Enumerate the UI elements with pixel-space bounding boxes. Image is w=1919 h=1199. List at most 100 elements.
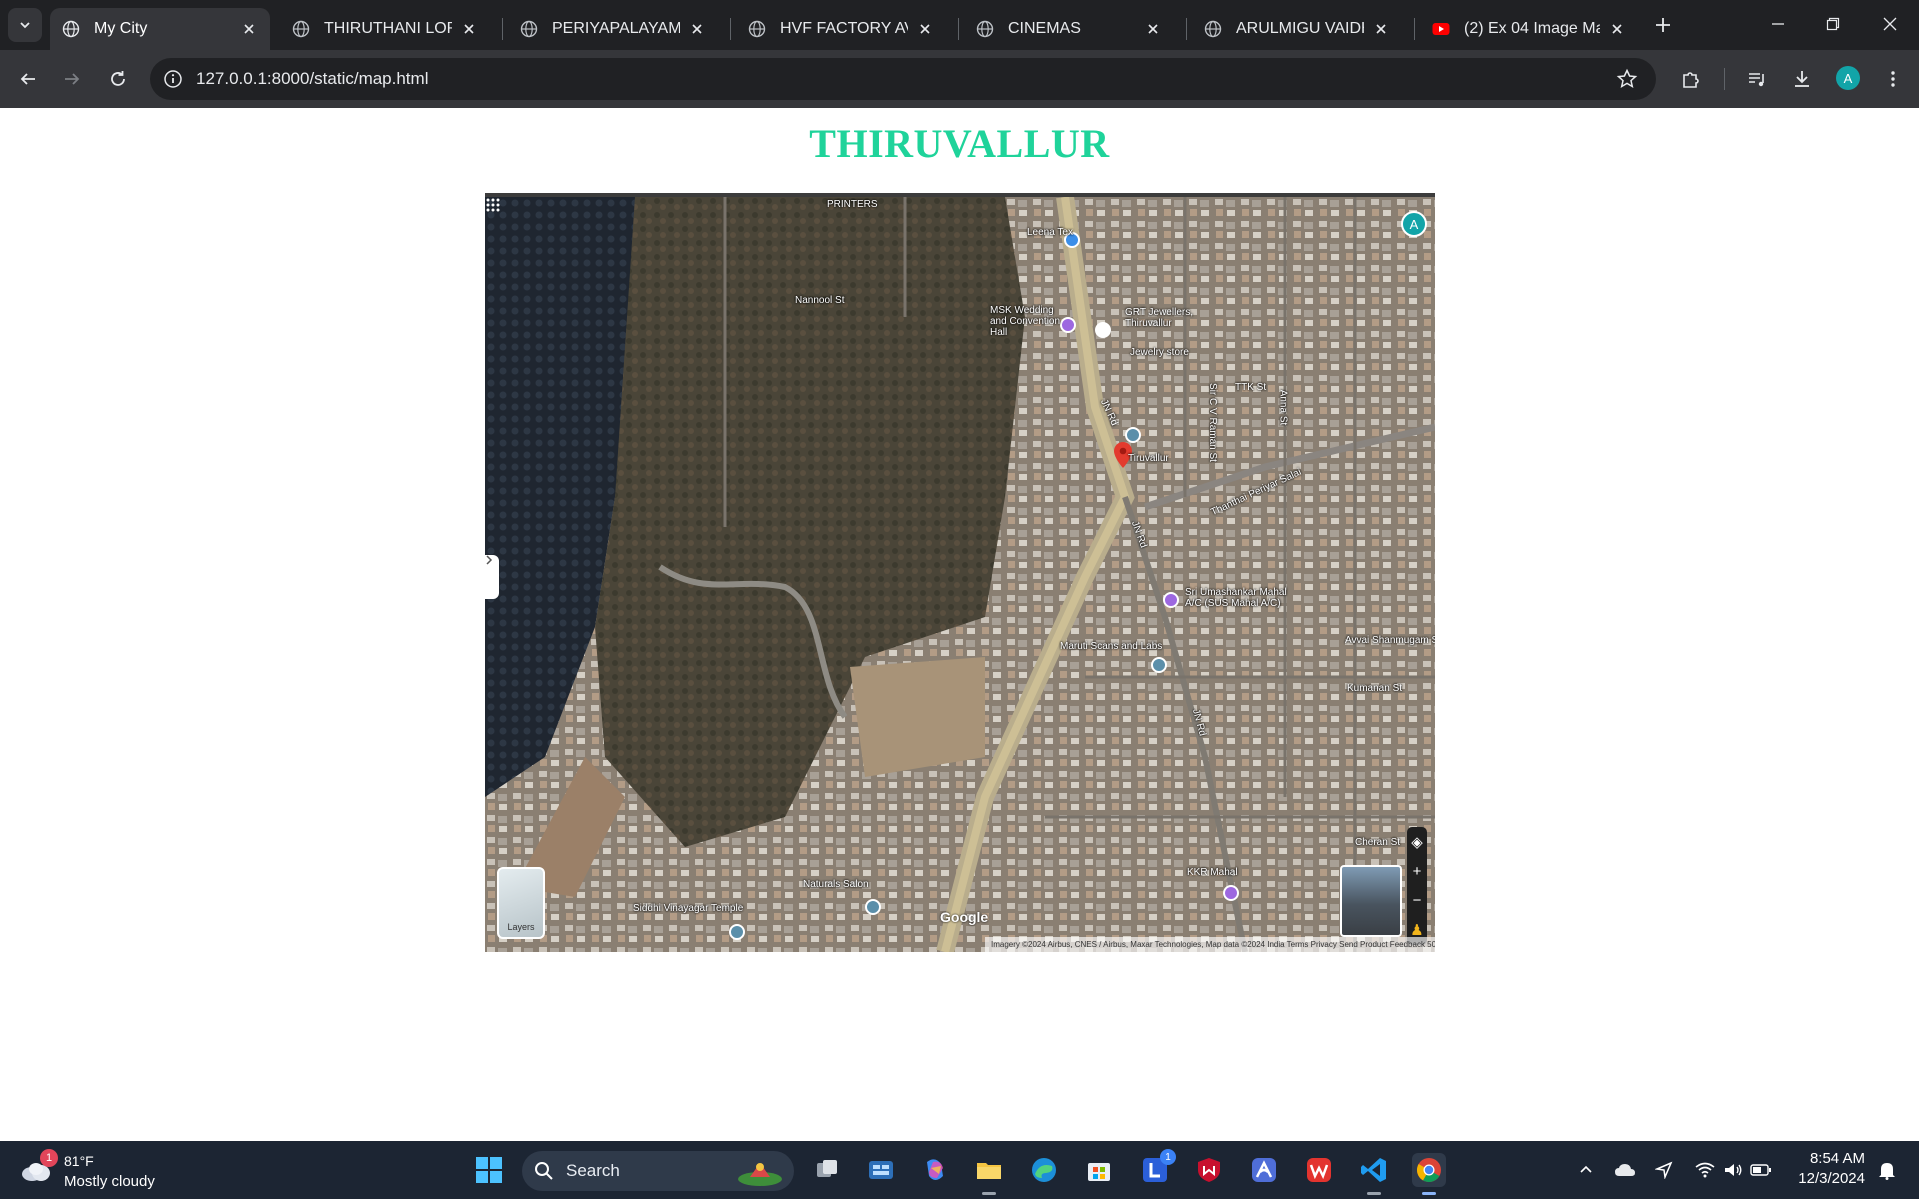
chrome-app-button[interactable] bbox=[1412, 1153, 1446, 1195]
close-icon[interactable] bbox=[916, 20, 934, 38]
tab-thiruthani[interactable]: THIRUTHANI LORD M bbox=[280, 8, 490, 50]
poi-pin[interactable] bbox=[1095, 322, 1111, 338]
url-text[interactable]: 127.0.0.1:8000/static/map.html bbox=[196, 69, 428, 89]
map-account-avatar[interactable]: A bbox=[1401, 211, 1427, 237]
tab-search-button[interactable] bbox=[8, 8, 42, 42]
side-panel-collapse-button[interactable] bbox=[485, 555, 499, 599]
map-label-naturals: Naturals Salon bbox=[803, 879, 869, 890]
shield-icon bbox=[1198, 1158, 1220, 1182]
tab-youtube[interactable]: (2) Ex 04 Image Map bbox=[1420, 8, 1638, 50]
weather-temperature: 81°F bbox=[64, 1153, 94, 1169]
store-app-button[interactable] bbox=[1082, 1153, 1116, 1187]
map-image[interactable]: PRINTERS Leena Tex Nannool St MSK Weddin… bbox=[485, 193, 1435, 952]
new-tab-button[interactable] bbox=[1650, 12, 1676, 38]
satellite-map-graphic[interactable] bbox=[485, 197, 1435, 952]
arc-app-button[interactable] bbox=[1247, 1153, 1281, 1187]
youtube-icon bbox=[1432, 23, 1450, 35]
battery-button[interactable] bbox=[1750, 1159, 1772, 1181]
tab-hvf-factory[interactable]: HVF FACTORY AVADI bbox=[736, 8, 946, 50]
widgets-icon bbox=[869, 1161, 893, 1179]
clock-date: 12/3/2024 bbox=[1798, 1170, 1865, 1187]
close-icon[interactable] bbox=[688, 20, 706, 38]
wifi-button[interactable] bbox=[1694, 1159, 1716, 1181]
l-app-button[interactable]: 1 bbox=[1138, 1149, 1176, 1187]
weather-widget[interactable]: 1 81°F Mostly cloudy bbox=[20, 1149, 180, 1193]
layers-button[interactable]: Layers bbox=[497, 867, 545, 939]
forward-button[interactable] bbox=[56, 63, 88, 95]
weather-condition: Mostly cloudy bbox=[64, 1173, 155, 1190]
tab-cinemas[interactable]: CINEMAS bbox=[964, 8, 1174, 50]
map-label-ttk: TTK St bbox=[1235, 382, 1267, 393]
profile-avatar[interactable]: A bbox=[1836, 66, 1860, 90]
apps-grid-icon[interactable] bbox=[485, 197, 501, 213]
tab-separator bbox=[1186, 18, 1187, 40]
zoom-in-icon[interactable]: + bbox=[1413, 863, 1422, 880]
globe-icon bbox=[1204, 20, 1222, 38]
close-icon[interactable] bbox=[1144, 20, 1162, 38]
map-label-umashankar: Sri Umashankar Mahal A/C (SUS Mahal A/C) bbox=[1185, 587, 1287, 609]
location-button[interactable] bbox=[1653, 1159, 1675, 1181]
running-indicator bbox=[1367, 1192, 1381, 1195]
map-label-siddhi: Siddhi Vinayagar Temple bbox=[633, 903, 744, 914]
poi-pin[interactable] bbox=[865, 899, 881, 915]
mcafee-app-button[interactable] bbox=[1192, 1153, 1226, 1187]
poi-pin[interactable] bbox=[1163, 592, 1179, 608]
close-icon[interactable] bbox=[460, 20, 478, 38]
task-view-icon bbox=[817, 1160, 837, 1177]
reload-button[interactable] bbox=[102, 63, 134, 95]
chevron-right-icon bbox=[486, 555, 493, 565]
address-bar[interactable]: 127.0.0.1:8000/static/map.html bbox=[150, 58, 1656, 100]
app-notification-badge: 1 bbox=[1160, 1149, 1176, 1165]
restore-button[interactable] bbox=[1813, 8, 1853, 40]
map-label-printers: PRINTERS bbox=[827, 199, 878, 210]
windows-start-icon[interactable] bbox=[474, 1155, 504, 1185]
vscode-app-button[interactable] bbox=[1357, 1153, 1391, 1195]
arc-icon bbox=[1252, 1158, 1276, 1182]
poi-pin[interactable] bbox=[1151, 657, 1167, 673]
page-title: THIRUVALLUR bbox=[809, 121, 1110, 166]
restore-icon bbox=[1826, 17, 1840, 31]
tab-arulmigu[interactable]: ARULMIGU VAIDHYA bbox=[1192, 8, 1402, 50]
map-label-nannool: Nannool St bbox=[795, 295, 845, 306]
minimize-button[interactable] bbox=[1758, 8, 1798, 40]
google-logo: Google bbox=[940, 909, 989, 925]
task-view-button[interactable] bbox=[810, 1153, 844, 1187]
poi-pin[interactable] bbox=[729, 924, 745, 940]
downloads-button[interactable] bbox=[1789, 66, 1815, 92]
poi-pin[interactable] bbox=[1223, 885, 1239, 901]
back-button[interactable] bbox=[12, 63, 44, 95]
zoom-out-icon[interactable]: − bbox=[1413, 892, 1422, 909]
media-control-button[interactable] bbox=[1744, 66, 1770, 92]
edge-app-button[interactable] bbox=[1027, 1153, 1061, 1187]
tab-strip: My City THIRUTHANI LORD M PERIYAPALAYAM … bbox=[0, 0, 1919, 50]
tab-periyapalayam[interactable]: PERIYAPALAYAM BHA bbox=[508, 8, 718, 50]
onedrive-button[interactable] bbox=[1614, 1159, 1636, 1181]
compass-icon[interactable]: ◈ bbox=[1411, 833, 1423, 851]
download-icon bbox=[1795, 71, 1809, 87]
bookmark-star-icon[interactable] bbox=[1616, 68, 1638, 90]
street-view-thumbnail[interactable] bbox=[1340, 865, 1402, 937]
close-icon[interactable] bbox=[1608, 20, 1626, 38]
browser-menu-button[interactable] bbox=[1880, 66, 1906, 92]
file-explorer-button[interactable] bbox=[972, 1153, 1006, 1195]
copilot-app-button[interactable] bbox=[918, 1153, 952, 1187]
close-window-button[interactable] bbox=[1870, 8, 1910, 40]
site-info-icon[interactable] bbox=[162, 68, 184, 90]
map-label-tiruvallur: Tiruvallur bbox=[1128, 453, 1169, 464]
tab-title: HVF FACTORY AVADI bbox=[780, 20, 908, 37]
system-clock[interactable]: 8:54 AM 12/3/2024 bbox=[1795, 1149, 1865, 1189]
widgets-app-button[interactable] bbox=[864, 1153, 898, 1187]
wps-app-button[interactable] bbox=[1302, 1153, 1336, 1187]
close-icon[interactable] bbox=[240, 20, 258, 38]
notifications-button[interactable] bbox=[1876, 1159, 1898, 1181]
taskbar-search[interactable]: Search bbox=[522, 1151, 794, 1191]
volume-button[interactable] bbox=[1722, 1159, 1744, 1181]
close-icon[interactable] bbox=[1372, 20, 1390, 38]
search-label: Search bbox=[566, 1161, 620, 1180]
tab-separator bbox=[958, 18, 959, 40]
extensions-button[interactable] bbox=[1678, 66, 1704, 92]
poi-pin[interactable] bbox=[1125, 427, 1141, 443]
show-hidden-icons-button[interactable] bbox=[1575, 1159, 1597, 1181]
map-attribution: Imagery ©2024 Airbus, CNES / Airbus, Max… bbox=[985, 937, 1435, 952]
tab-my-city[interactable]: My City bbox=[50, 8, 270, 50]
